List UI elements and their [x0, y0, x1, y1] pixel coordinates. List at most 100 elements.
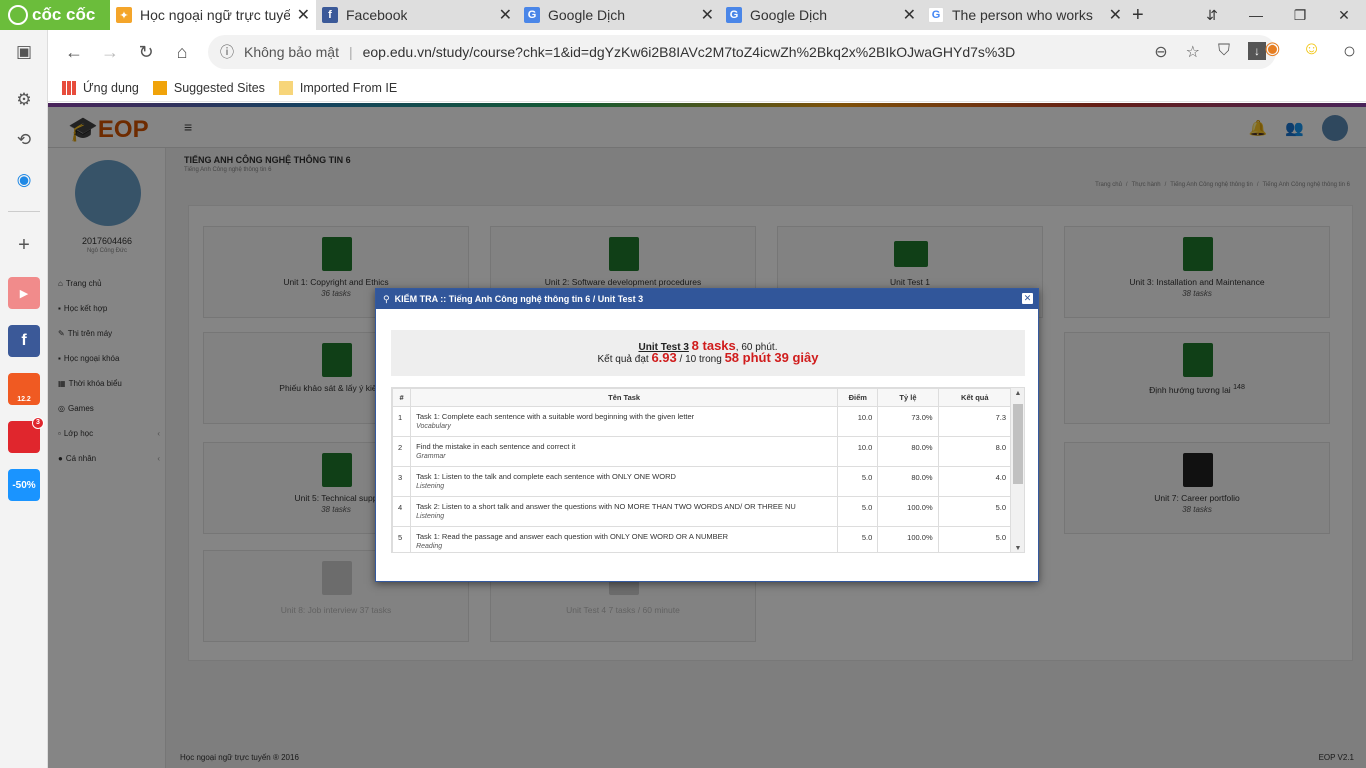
close-icon[interactable]: ✕: [701, 5, 714, 25]
bookmark-star-icon[interactable]: ☆: [1186, 42, 1200, 62]
coccoc-logo[interactable]: cốc cốc: [0, 0, 110, 30]
shield-icon[interactable]: ⛉: [1218, 42, 1230, 62]
bookmark-label: Ứng dụng: [83, 80, 139, 95]
results-table-container: # Tên Task Điểm Tỷ lệ Kết quả 1 Task 1: …: [391, 387, 1025, 553]
tab-google-search[interactable]: G The person who works ✕: [922, 0, 1128, 30]
row-number: 2: [392, 436, 412, 467]
task-name: Task 1: Read the passage and answer each…: [416, 532, 729, 541]
settings-icon[interactable]: ⚙: [8, 84, 40, 116]
scroll-down-icon[interactable]: ▼: [1011, 545, 1024, 552]
tab-google-translate-1[interactable]: G Google Dịch ✕: [518, 0, 720, 30]
folder-icon: [278, 80, 293, 95]
time-spent: 58 phút 39 giây: [724, 350, 819, 365]
bookmark-imported[interactable]: Imported From IE: [278, 80, 398, 95]
tab-eop[interactable]: ✦ Học ngoại ngữ trực tuyế ✕: [110, 0, 316, 30]
reload-icon[interactable]: ↻: [128, 42, 164, 63]
url-text[interactable]: eop.edu.vn/study/course?chk=1&id=dgYzKw6…: [363, 44, 1016, 60]
forward-icon[interactable]: →: [92, 42, 128, 63]
info-icon[interactable]: ⓘ: [220, 42, 234, 62]
points-cell: 10.0: [837, 436, 879, 467]
shopee-icon[interactable]: 12.2: [8, 373, 40, 405]
back-icon[interactable]: ←: [56, 42, 92, 63]
toolbar: ← → ↻ ⌂ ⓘ Không bảo mật | eop.edu.vn/stu…: [48, 30, 1366, 74]
scrollbar-thumb[interactable]: [1013, 404, 1023, 484]
zoom-icon[interactable]: ⊖: [1154, 42, 1167, 62]
add-app-icon[interactable]: +: [8, 229, 40, 261]
close-icon[interactable]: ✕: [297, 5, 310, 25]
tab-facebook[interactable]: f Facebook ✕: [316, 0, 518, 30]
address-bar[interactable]: ⓘ Không bảo mật | eop.edu.vn/study/cours…: [208, 35, 1276, 69]
table-row: 1 Task 1: Complete each sentence with a …: [392, 406, 1013, 437]
task-cell: Task 1: Listen to the talk and complete …: [410, 466, 839, 497]
ratio-cell: 100.0%: [877, 496, 939, 527]
row-number: 3: [392, 466, 412, 497]
row-number: 1: [392, 406, 412, 437]
browser-sidebar: ▣ ⚙ ⟲ ◉ + ▶ f 12.2 3 -50%: [0, 0, 48, 768]
task-name: Find the mistake in each sentence and co…: [416, 442, 576, 451]
col-ratio: Tỷ lệ: [877, 388, 939, 407]
result-prefix: Kết quả đạt: [597, 354, 649, 365]
pin-icon: ⚲: [383, 293, 390, 304]
bookmark-label: Imported From IE: [299, 80, 398, 95]
ratio-cell: 100.0%: [877, 526, 939, 552]
close-icon[interactable]: ✕: [499, 5, 512, 25]
tab-google-translate-2[interactable]: G Google Dịch ✕: [720, 0, 922, 30]
home-icon[interactable]: ⌂: [164, 42, 200, 63]
close-icon[interactable]: ✕: [903, 5, 916, 25]
scroll-up-icon[interactable]: ▲: [1011, 390, 1024, 397]
task-cell: Task 1: Read the passage and answer each…: [410, 526, 839, 552]
close-button[interactable]: ✕: [1022, 293, 1033, 304]
row-number: 5: [392, 526, 412, 552]
tab-menu-icon[interactable]: ⇵: [1190, 7, 1234, 24]
facebook-app-icon[interactable]: f: [8, 325, 40, 357]
tab-strip: ✦ Học ngoại ngữ trực tuyế ✕ f Facebook ✕…: [48, 0, 1366, 30]
task-skill: Listening: [416, 513, 445, 520]
sendo-icon[interactable]: 3: [8, 417, 44, 453]
ratio-cell: 80.0%: [877, 466, 939, 497]
bookmark-apps[interactable]: Ứng dụng: [62, 80, 139, 95]
result-cell: 5.0: [937, 496, 1013, 527]
coccoc-brand: cốc cốc: [32, 5, 96, 24]
points-cell: 5.0: [837, 496, 879, 527]
separator: |: [348, 44, 353, 60]
results-table: # Tên Task Điểm Tỷ lệ Kết quả 1 Task 1: …: [392, 388, 1013, 552]
table-row: 5 Task 1: Read the passage and answer ea…: [392, 526, 1013, 552]
task-skill: Listening: [416, 483, 445, 490]
bookmark-label: Suggested Sites: [173, 80, 265, 95]
table-row: 3 Task 1: Listen to the talk and complet…: [392, 466, 1013, 497]
tab-title: Facebook: [346, 7, 408, 23]
task-skill: Grammar: [416, 453, 446, 460]
profile-icon[interactable]: ○: [1343, 38, 1356, 64]
tab-title: Học ngoại ngữ trực tuyế: [140, 7, 290, 23]
bookmark-suggested[interactable]: Suggested Sites: [152, 80, 265, 95]
emoji-icon[interactable]: ☺: [1302, 38, 1320, 64]
history-icon[interactable]: ⟲: [8, 124, 40, 156]
maximize-icon[interactable]: ❐: [1278, 7, 1322, 24]
table-scrollbar[interactable]: ▲ ▼: [1010, 388, 1024, 552]
coccoc-icon: [8, 5, 28, 25]
table-row: 4 Task 2: Listen to a short talk and ans…: [392, 496, 1013, 527]
google-translate-icon: G: [524, 7, 540, 23]
col-points: Điểm: [837, 388, 879, 407]
task-cell: Find the mistake in each sentence and co…: [410, 436, 839, 467]
tiki-icon[interactable]: -50%: [8, 469, 40, 501]
tiki-badge: -50%: [12, 479, 36, 491]
task-skill: Vocabulary: [416, 423, 451, 430]
chrome-extension-icon[interactable]: ◉: [1265, 38, 1281, 64]
window-close-icon[interactable]: ✕: [1322, 7, 1366, 24]
messenger-icon[interactable]: ◉: [8, 164, 40, 196]
download-icon[interactable]: ↓: [1248, 42, 1266, 60]
window-controls: ⇵ — ❐ ✕: [1190, 0, 1366, 30]
result-cell: 8.0: [937, 436, 1013, 467]
shopee-badge: 12.2: [17, 396, 31, 403]
score-max: / 10 trong: [679, 354, 722, 365]
new-tab-button[interactable]: +: [1132, 4, 1144, 27]
minimize-icon[interactable]: —: [1234, 7, 1278, 23]
close-icon[interactable]: ✕: [1109, 5, 1122, 25]
youtube-icon[interactable]: ▶: [8, 277, 40, 309]
sidebar-toggle-icon[interactable]: ▣: [8, 36, 40, 68]
dialog-header: ⚲ KIỂM TRA :: Tiếng Anh Công nghệ thông …: [376, 289, 1038, 309]
bing-icon: [152, 80, 167, 95]
security-label: Không bảo mật: [244, 44, 339, 60]
col-task: Tên Task: [410, 388, 839, 407]
